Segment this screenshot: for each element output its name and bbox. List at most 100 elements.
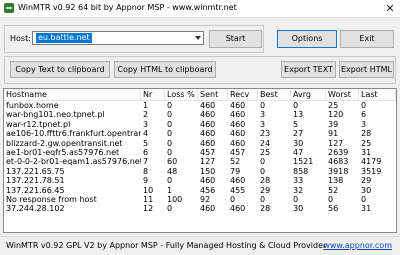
status-bar: WinMTR v0.92 GPL V2 by Appnor MSP - Full… bbox=[0, 236, 400, 255]
table-cell: 3918 bbox=[328, 166, 349, 176]
options-button[interactable]: Options bbox=[277, 30, 337, 48]
host-label: Host: bbox=[10, 34, 31, 43]
table-row[interactable]: ae106-10.ffttr6.frankfurt.opentransit.ne… bbox=[4, 129, 396, 138]
exit-button[interactable]: Exit bbox=[340, 30, 394, 48]
table-cell: 457 bbox=[200, 148, 216, 157]
table-cell: 460 bbox=[200, 101, 216, 110]
table-cell: 137.221.66.45 bbox=[6, 185, 65, 195]
table-cell: 25 bbox=[361, 138, 372, 148]
table-cell: 56 bbox=[328, 204, 339, 214]
table-cell: war-bng101.neo.tpnet.pl bbox=[6, 110, 105, 120]
table-cell: 28 bbox=[361, 129, 372, 139]
title-bar: WinMTR v0.92 64 bit by Appnor MSP - www.… bbox=[0, 0, 400, 18]
table-cell: 150 bbox=[200, 166, 216, 176]
table-cell: 5 bbox=[143, 138, 149, 148]
table-cell: 25 bbox=[260, 148, 271, 157]
table-row[interactable]: No response from host 11 100 92 0 0 0 0 0 bbox=[4, 195, 396, 204]
table-cell: 3 bbox=[143, 119, 149, 129]
table-cell: 460 bbox=[200, 138, 216, 148]
close-window-button[interactable]: ✕ bbox=[382, 2, 398, 15]
chevron-down-icon[interactable] bbox=[195, 36, 201, 40]
copy-html-button[interactable]: Copy HTML to clipboard bbox=[114, 61, 216, 78]
export-text-button[interactable]: Export TEXT bbox=[281, 61, 336, 78]
table-cell: 28 bbox=[260, 176, 271, 186]
table-row[interactable]: blizzard-2.gw.opentransit.net 5 0 460 460 24 3… bbox=[4, 139, 396, 148]
table-cell: 120 bbox=[328, 110, 344, 120]
table-row[interactable]: 137.221.78.51 9 0 460 460 28 33 138 29 bbox=[4, 176, 396, 185]
column-header-best[interactable]: Best bbox=[258, 90, 291, 100]
table-cell: ae1-br01-eqfr5.as57976.net bbox=[6, 148, 120, 157]
table-row[interactable]: ae1-br01-eqfr5.as57976.net 6 0 457 457 25 47 26… bbox=[4, 148, 396, 157]
table-row[interactable]: 37.244.28.102 12 0 460 460 28 30 56 31 bbox=[4, 204, 396, 213]
table-cell: 127 bbox=[200, 157, 216, 167]
table-cell: 1 bbox=[143, 101, 149, 110]
column-header-last[interactable]: Last bbox=[359, 90, 396, 100]
appnor-link[interactable]: www.appnor.com bbox=[323, 241, 392, 250]
table-cell: 460 bbox=[200, 176, 216, 186]
table-cell: blizzard-2.gw.opentransit.net bbox=[6, 138, 123, 148]
table-cell: 30 bbox=[293, 204, 304, 214]
table-cell: 0 bbox=[167, 148, 173, 157]
table-row[interactable]: war-r12.tpnet.pl 3 0 460 460 3 5 39 3 bbox=[4, 120, 396, 129]
table-cell: 456 bbox=[200, 185, 216, 195]
table-row[interactable]: et-0-0-2-br01-eqam1.as57976.net 7 60 127 52 0… bbox=[4, 157, 396, 166]
table-cell: et-0-0-2-br01-eqam1.as57976.net bbox=[6, 157, 141, 167]
table-cell: 23 bbox=[260, 129, 271, 139]
table-cell: 0 bbox=[167, 119, 173, 129]
copy-text-button[interactable]: Copy Text to clipboard bbox=[10, 61, 110, 78]
table-cell: 137.221.65.75 bbox=[6, 166, 65, 176]
table-cell: 460 bbox=[200, 119, 216, 129]
table-cell: 2639 bbox=[328, 148, 349, 157]
export-html-button[interactable]: Export HTML bbox=[339, 61, 394, 78]
table-cell: 10 bbox=[143, 185, 154, 195]
table-cell: 455 bbox=[230, 185, 246, 195]
table-cell: 48 bbox=[167, 166, 178, 176]
table-cell: 39 bbox=[328, 119, 339, 129]
status-text: WinMTR v0.92 GPL V2 by Appnor MSP - Full… bbox=[6, 241, 327, 250]
table-cell: 4 bbox=[143, 129, 149, 139]
table-header: Hostname Nr Loss % Sent Recv Best Avrg W… bbox=[4, 89, 396, 101]
start-button[interactable]: Start bbox=[209, 30, 262, 48]
table-cell: 4683 bbox=[328, 157, 349, 167]
column-header-loss[interactable]: Loss % bbox=[165, 90, 198, 100]
table-cell: No response from host bbox=[6, 195, 97, 204]
host-combobox[interactable]: eu.battle.net bbox=[32, 31, 204, 45]
table-cell: 91 bbox=[328, 129, 339, 139]
column-header-hostname[interactable]: Hostname bbox=[4, 90, 141, 100]
table-cell: 460 bbox=[200, 204, 216, 214]
column-header-nr[interactable]: Nr bbox=[141, 90, 165, 100]
table-row[interactable]: funbox.home 1 0 460 460 0 0 25 0 bbox=[4, 101, 396, 110]
column-header-recv[interactable]: Recv bbox=[228, 90, 258, 100]
table-cell: 0 bbox=[260, 195, 266, 204]
table-cell: 0 bbox=[293, 195, 299, 204]
column-header-avrg[interactable]: Avrg bbox=[291, 90, 326, 100]
table-cell: 0 bbox=[167, 176, 173, 186]
table-cell: 8 bbox=[143, 166, 149, 176]
table-cell: 2 bbox=[143, 110, 149, 120]
host-value[interactable]: eu.battle.net bbox=[36, 33, 92, 43]
table-row[interactable]: war-bng101.neo.tpnet.pl 2 0 460 460 3 13 120 6 bbox=[4, 110, 396, 119]
table-cell: 7 bbox=[143, 157, 149, 167]
table-cell: 460 bbox=[230, 138, 246, 148]
table-cell: 100 bbox=[167, 195, 183, 204]
table-cell: 0 bbox=[293, 101, 299, 110]
table-cell: 29 bbox=[361, 176, 372, 186]
table-row[interactable]: 137.221.66.45 10 1 456 455 29 32 52 30 bbox=[4, 186, 396, 195]
table-cell: 127 bbox=[328, 138, 344, 148]
table-cell: 28 bbox=[260, 204, 271, 214]
table-cell: 92 bbox=[200, 195, 211, 204]
column-header-sent[interactable]: Sent bbox=[198, 90, 228, 100]
table-cell: 3 bbox=[260, 110, 266, 120]
column-header-worst[interactable]: Worst bbox=[326, 90, 359, 100]
table-cell: 3 bbox=[260, 119, 266, 129]
table-cell: 460 bbox=[230, 119, 246, 129]
results-table[interactable]: Hostname Nr Loss % Sent Recv Best Avrg W… bbox=[3, 88, 397, 233]
table-cell: 6 bbox=[361, 110, 367, 120]
table-cell: 13 bbox=[293, 110, 304, 120]
table-row[interactable]: 137.221.65.75 8 48 150 79 0 858 3918 3519 bbox=[4, 167, 396, 176]
table-cell: 0 bbox=[260, 166, 266, 176]
winmtr-app-icon bbox=[4, 3, 14, 13]
table-cell: 37.244.28.102 bbox=[6, 204, 65, 214]
table-cell: 12 bbox=[143, 204, 154, 214]
table-cell: 0 bbox=[260, 101, 266, 110]
